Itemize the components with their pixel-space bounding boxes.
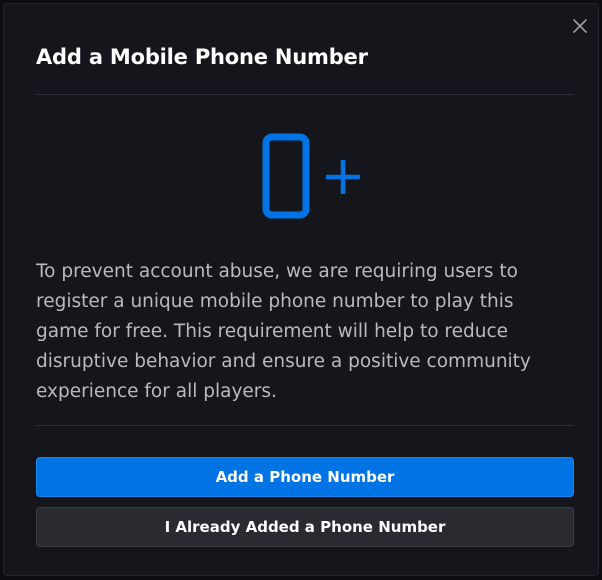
already-added-phone-button-label: I Already Added a Phone Number	[164, 518, 446, 536]
add-phone-number-button-label: Add a Phone Number	[215, 468, 395, 486]
title-divider	[36, 94, 574, 95]
close-button[interactable]	[570, 16, 590, 36]
close-icon	[573, 19, 587, 33]
dialog-title: Add a Mobile Phone Number	[36, 45, 368, 69]
add-phone-number-button[interactable]: Add a Phone Number	[36, 457, 574, 497]
add-mobile-phone-icon	[262, 133, 360, 219]
content-divider	[36, 425, 574, 426]
add-phone-dialog: Add a Mobile Phone Number To prevent acc…	[3, 3, 599, 576]
dialog-description: To prevent account abuse, we are requiri…	[36, 261, 531, 402]
already-added-phone-button[interactable]: I Already Added a Phone Number	[36, 507, 574, 547]
